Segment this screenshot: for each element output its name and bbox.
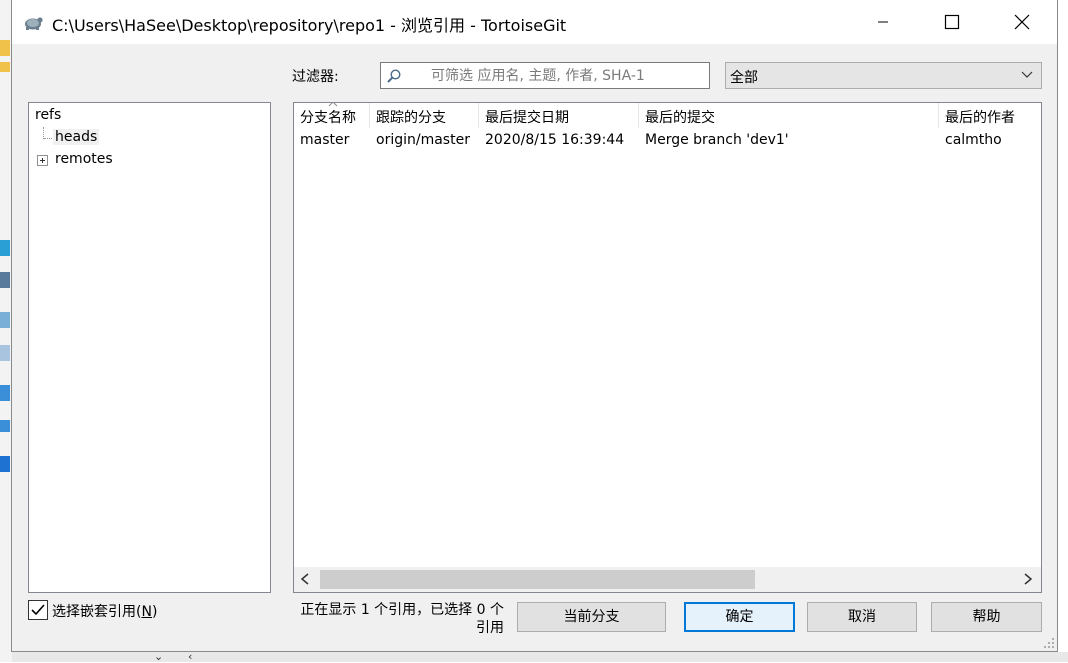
filter-label: 过滤器: bbox=[292, 69, 339, 85]
minimize-icon bbox=[878, 21, 888, 23]
browse-references-dialog: C:\Users\HaSee\Desktop\repository\repo1 … bbox=[11, 0, 1058, 652]
nested-accel-key: N bbox=[141, 604, 152, 620]
close-icon bbox=[1014, 14, 1030, 30]
cell-branch: master bbox=[300, 132, 350, 148]
column-header-label: 最后的作者 bbox=[945, 110, 1015, 126]
cell-author: calmtho bbox=[945, 132, 1002, 148]
desktop-icon-fragment bbox=[0, 40, 10, 56]
desktop-icon-fragment bbox=[0, 420, 10, 432]
desktop-icon-fragment bbox=[0, 272, 10, 288]
window-title: C:\Users\HaSee\Desktop\repository\repo1 … bbox=[52, 16, 567, 35]
desktop-icon-fragment bbox=[0, 345, 10, 361]
column-header-label: 最后提交日期 bbox=[485, 110, 569, 126]
column-header-tracking[interactable]: 跟踪的分支 bbox=[370, 103, 479, 128]
tree-node-heads[interactable]: heads bbox=[53, 129, 100, 145]
tree-connector bbox=[44, 138, 52, 139]
column-header-branch[interactable]: 分支名称 bbox=[294, 103, 370, 128]
column-header-date[interactable]: 最后提交日期 bbox=[479, 103, 639, 128]
desktop-icon-fragment bbox=[0, 312, 10, 328]
desktop-icon-fragment bbox=[0, 456, 10, 472]
desktop-icon-fragment bbox=[0, 385, 10, 401]
column-header-author[interactable]: 最后的作者 bbox=[939, 103, 1041, 128]
nested-label-text: 选择嵌套引用 bbox=[52, 604, 136, 620]
column-header-label: 跟踪的分支 bbox=[376, 110, 446, 126]
status-line: 引用 bbox=[476, 620, 504, 636]
tree-node-remotes[interactable]: remotes bbox=[55, 151, 113, 167]
resize-grip-icon[interactable] bbox=[1043, 637, 1055, 649]
maximize-button[interactable] bbox=[929, 0, 975, 44]
desktop-icon-fragment bbox=[0, 240, 10, 256]
scrollbar-thumb[interactable] bbox=[320, 570, 755, 589]
search-icon bbox=[387, 69, 401, 83]
ok-button[interactable]: 确定 bbox=[684, 602, 795, 632]
table-row[interactable]: master origin/master 2020/8/15 16:39:44 … bbox=[294, 130, 1041, 152]
desktop-icon-fragment bbox=[0, 62, 10, 72]
filter-field[interactable] bbox=[380, 62, 710, 89]
select-nested-refs-checkbox[interactable] bbox=[28, 600, 48, 620]
cell-date: 2020/8/15 16:39:44 bbox=[485, 132, 625, 148]
cell-tracking: origin/master bbox=[376, 132, 470, 148]
background-window-edge: ⌄ ‹ bbox=[12, 650, 1068, 663]
horizontal-scrollbar[interactable] bbox=[294, 567, 1041, 592]
maximize-icon bbox=[944, 14, 960, 30]
expand-plus-icon[interactable] bbox=[37, 155, 48, 166]
column-header-commit[interactable]: 最后的提交 bbox=[639, 103, 939, 128]
scroll-left-icon[interactable] bbox=[300, 573, 310, 585]
minimize-button[interactable] bbox=[860, 0, 906, 44]
help-button[interactable]: 帮助 bbox=[931, 602, 1042, 632]
filter-scope-value: 全部 bbox=[730, 70, 758, 86]
column-header-label: 分支名称 bbox=[300, 110, 356, 126]
scroll-right-icon[interactable] bbox=[1023, 573, 1033, 585]
sort-ascending-icon bbox=[328, 103, 338, 107]
tortoise-icon bbox=[25, 17, 43, 30]
filter-input[interactable] bbox=[407, 65, 707, 86]
column-header-label: 最后的提交 bbox=[645, 110, 715, 126]
status-line: 正在显示 1 个引用，已选择 0 个 bbox=[300, 602, 504, 618]
cell-commit: Merge branch 'dev1' bbox=[645, 132, 789, 148]
close-button[interactable] bbox=[999, 0, 1045, 44]
current-branch-button[interactable]: 当前分支 bbox=[517, 602, 666, 632]
title-bar[interactable]: C:\Users\HaSee\Desktop\repository\repo1 … bbox=[12, 0, 1057, 44]
list-header: 分支名称 跟踪的分支 最后提交日期 最后的提交 最后的作者 bbox=[294, 103, 1041, 128]
status-text: 正在显示 1 个引用，已选择 0 个 引用 bbox=[270, 601, 504, 637]
checkmark-icon bbox=[31, 604, 45, 616]
select-nested-refs-label[interactable]: 选择嵌套引用(N) bbox=[52, 601, 157, 621]
refs-tree[interactable]: refs heads remotes bbox=[28, 102, 271, 593]
chevron-down-icon bbox=[1021, 71, 1033, 78]
refs-list[interactable]: 分支名称 跟踪的分支 最后提交日期 最后的提交 最后的作者 master ori… bbox=[293, 102, 1042, 593]
filter-scope-dropdown[interactable]: 全部 bbox=[725, 62, 1042, 89]
tree-node-refs[interactable]: refs bbox=[35, 107, 61, 123]
cancel-button[interactable]: 取消 bbox=[807, 602, 917, 632]
